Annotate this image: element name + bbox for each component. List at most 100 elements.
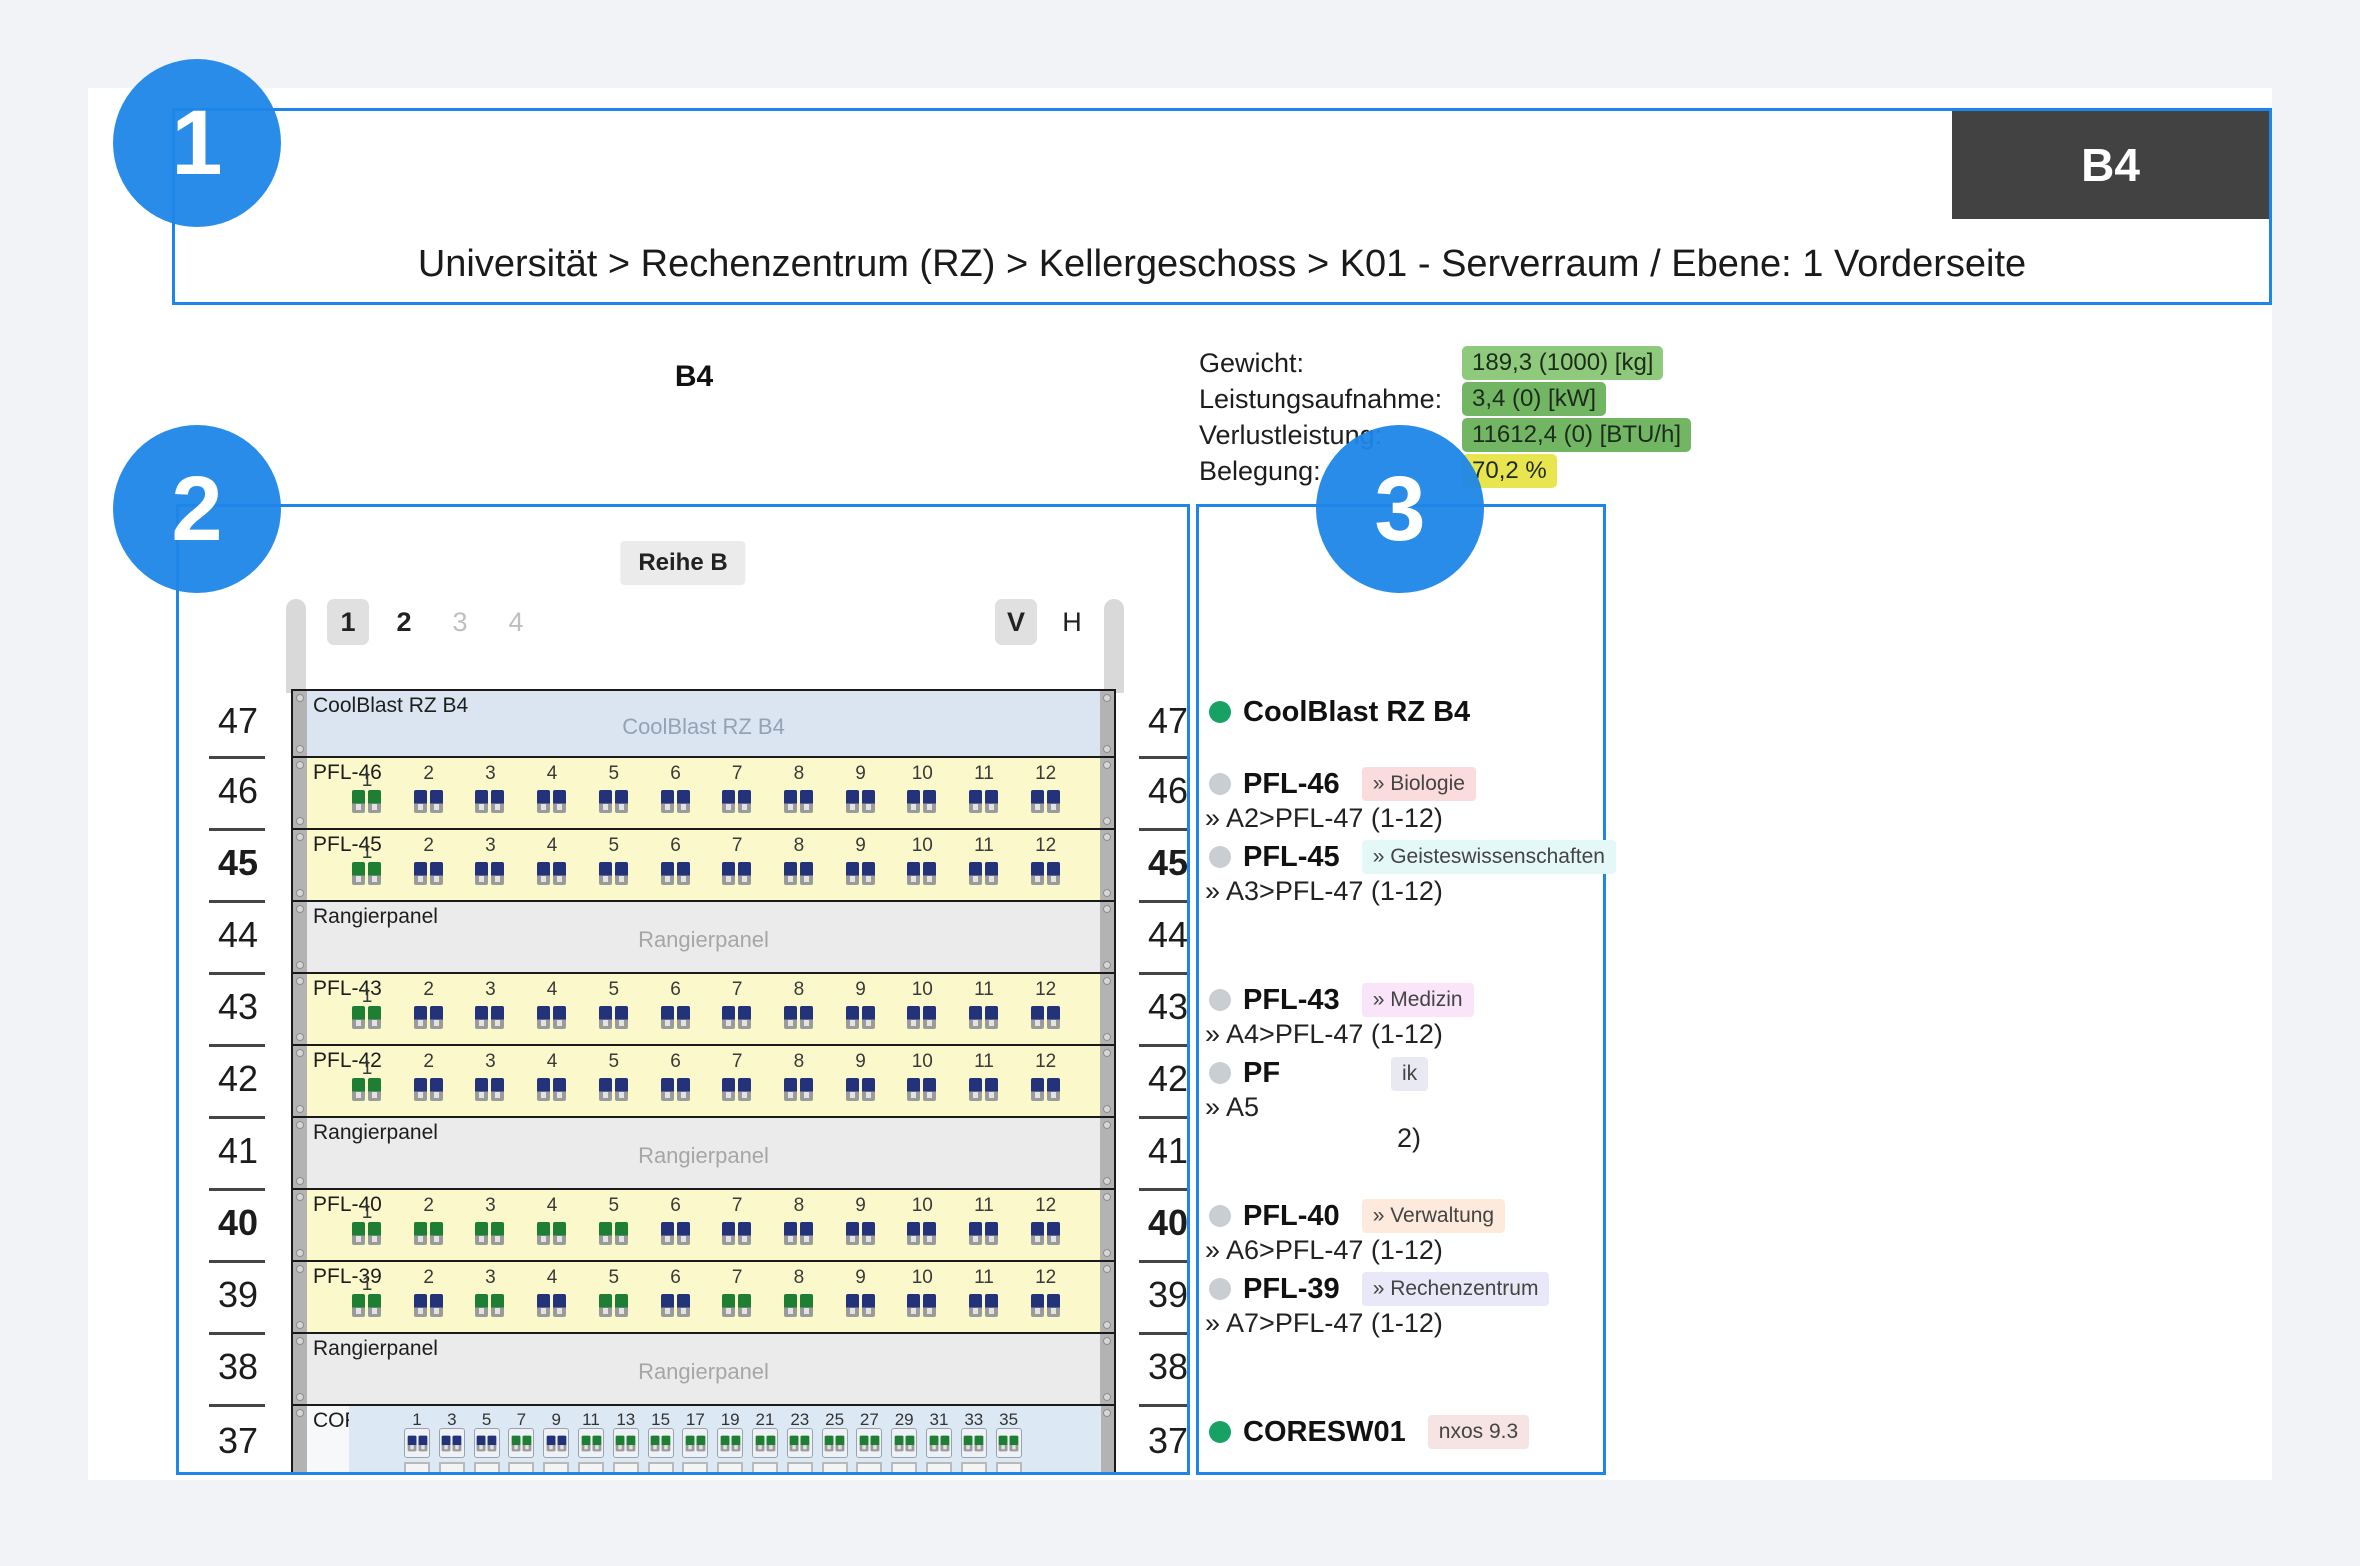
rack-rail-left bbox=[293, 1406, 307, 1475]
core-port-number: 3 bbox=[435, 1410, 469, 1430]
port-number: 1 bbox=[345, 1274, 389, 1296]
port-pair-icon bbox=[599, 790, 628, 813]
core-port-number: 13 bbox=[609, 1410, 643, 1430]
status-dot-gray bbox=[1209, 1205, 1231, 1227]
unit-separator bbox=[1139, 1044, 1190, 1047]
rack-row-coolblast-rz-b4[interactable]: CoolBlast RZ B4CoolBlast RZ B4 bbox=[291, 689, 1116, 758]
port-number: 10 bbox=[900, 835, 944, 857]
view-button-V[interactable]: V bbox=[995, 599, 1037, 645]
unit-number-left: 46 bbox=[207, 770, 269, 812]
page-button-1[interactable]: 1 bbox=[327, 599, 369, 645]
port-number: 1 bbox=[345, 1058, 389, 1080]
view-button-H[interactable]: H bbox=[1051, 599, 1093, 645]
core-empty-slot bbox=[926, 1462, 952, 1475]
port-pair-icon bbox=[1031, 1078, 1060, 1101]
core-port-number: 21 bbox=[748, 1410, 782, 1430]
port-number: 9 bbox=[839, 1267, 883, 1289]
port-pair-icon bbox=[755, 1435, 775, 1451]
rack-row-pfl-43[interactable]: PFL-43123456789101112 bbox=[291, 972, 1116, 1046]
core-port bbox=[717, 1428, 743, 1458]
unit-separator bbox=[1139, 1332, 1190, 1335]
status-dot-gray bbox=[1209, 1278, 1231, 1300]
page-button-4[interactable]: 4 bbox=[495, 599, 537, 645]
rack-row-pfl-40[interactable]: PFL-40123456789101112 bbox=[291, 1188, 1116, 1262]
rail-hole bbox=[296, 1393, 304, 1401]
port-number: 6 bbox=[654, 979, 698, 1001]
device-item[interactable]: PFik bbox=[1205, 1054, 1599, 1092]
port-pair-icon bbox=[929, 1435, 949, 1451]
annotation-marker-2: 2 bbox=[113, 425, 281, 593]
port-pair-icon bbox=[661, 790, 690, 813]
device-ghost-label: Rangierpanel bbox=[293, 1143, 1114, 1169]
rack-row-rangierpanel[interactable]: RangierpanelRangierpanel bbox=[291, 900, 1116, 974]
device-item[interactable]: PFL-45» Geisteswissenschaften bbox=[1205, 838, 1599, 876]
unit-separator bbox=[209, 828, 265, 831]
page-button-2[interactable]: 2 bbox=[383, 599, 425, 645]
port-number: 4 bbox=[530, 763, 574, 785]
route-fragment-right: 2) bbox=[1397, 1123, 1421, 1154]
unit-number-right: 42 bbox=[1137, 1058, 1190, 1100]
device-name: PFL-40 bbox=[1243, 1200, 1340, 1233]
port-number: 11 bbox=[962, 979, 1006, 1001]
port-pair-icon bbox=[661, 1006, 690, 1029]
port-pair-icon bbox=[512, 1435, 532, 1451]
core-empty-slot bbox=[648, 1462, 674, 1475]
device-item[interactable]: CoolBlast RZ B4 bbox=[1205, 693, 1599, 731]
port-pair-icon bbox=[722, 790, 751, 813]
breadcrumb-panel: B4 Universität > Rechenzentrum (RZ) > Ke… bbox=[172, 108, 2272, 305]
core-port-number: 35 bbox=[992, 1410, 1026, 1430]
port-number: 8 bbox=[777, 1267, 821, 1289]
port-pair-icon bbox=[969, 1078, 998, 1101]
rack-row-rangierpanel[interactable]: RangierpanelRangierpanel bbox=[291, 1116, 1116, 1190]
rack-row-pfl-42[interactable]: PFL-42123456789101112 bbox=[291, 1044, 1116, 1118]
port-pair-icon bbox=[964, 1435, 984, 1451]
device-item[interactable]: PFL-43» Medizin bbox=[1205, 981, 1599, 1019]
port-pair-icon bbox=[722, 1078, 751, 1101]
port-number: 8 bbox=[777, 1051, 821, 1073]
port-number: 12 bbox=[1024, 763, 1068, 785]
rail-hole bbox=[1103, 1409, 1111, 1417]
device-item[interactable]: PFL-46» Biologie bbox=[1205, 765, 1599, 803]
unit-separator bbox=[209, 1188, 265, 1191]
port-pair-icon bbox=[475, 1006, 504, 1029]
device-badge: » Verwaltung bbox=[1362, 1199, 1505, 1233]
unit-separator bbox=[1139, 1188, 1190, 1191]
route-line: » A7>PFL-47 (1-12) bbox=[1205, 1308, 1599, 1343]
port-pair-icon bbox=[969, 1222, 998, 1245]
port-pair-icon bbox=[722, 1006, 751, 1029]
page-button-3[interactable]: 3 bbox=[439, 599, 481, 645]
core-port bbox=[439, 1428, 465, 1458]
rack-row-pfl-39[interactable]: PFL-39123456789101112 bbox=[291, 1260, 1116, 1334]
rail-hole bbox=[1103, 1193, 1111, 1201]
port-number: 4 bbox=[530, 1195, 574, 1217]
status-dot-gray bbox=[1209, 773, 1231, 795]
rail-hole bbox=[296, 1337, 304, 1345]
status-dot-gray bbox=[1209, 846, 1231, 868]
port-pair-icon bbox=[546, 1435, 566, 1451]
unit-number-left: 43 bbox=[207, 986, 269, 1028]
rack-row-core[interactable]: CORE1357911131517192123252729313335 bbox=[291, 1404, 1116, 1475]
device-item[interactable]: PFL-39» Rechenzentrum bbox=[1205, 1270, 1599, 1308]
details-panel: CoolBlast RZ B4PFL-46» Biologie» A2>PFL-… bbox=[1196, 504, 1606, 1475]
status-dot-gray bbox=[1209, 989, 1231, 1011]
rack-row-pfl-45[interactable]: PFL-45123456789101112 bbox=[291, 828, 1116, 902]
route-fragment-left: » A5 bbox=[1205, 1092, 1259, 1122]
rack-row-pfl-46[interactable]: PFL-46123456789101112 bbox=[291, 756, 1116, 830]
core-empty-slot bbox=[578, 1462, 604, 1475]
core-port-number: 31 bbox=[922, 1410, 956, 1430]
unit-number-right: 47 bbox=[1137, 700, 1190, 742]
rail-hole bbox=[296, 889, 304, 897]
port-number: 6 bbox=[654, 763, 698, 785]
unit-separator bbox=[209, 1332, 265, 1335]
device-item[interactable]: PFL-40 » Verwaltung bbox=[1205, 1197, 1599, 1235]
breadcrumb[interactable]: Universität > Rechenzentrum (RZ) > Kelle… bbox=[175, 243, 2269, 286]
port-pair-icon bbox=[475, 1294, 504, 1317]
port-number: 8 bbox=[777, 763, 821, 785]
device-item[interactable]: CORESW01nxos 9.3 bbox=[1205, 1413, 1599, 1451]
rail-hole bbox=[296, 1249, 304, 1257]
rail-hole bbox=[1103, 1121, 1111, 1129]
stat-row: Gewicht:189,3 (1000) [kg] bbox=[1199, 345, 1691, 381]
port-number: 12 bbox=[1024, 1195, 1068, 1217]
port-pair-icon bbox=[894, 1435, 914, 1451]
rack-row-rangierpanel[interactable]: RangierpanelRangierpanel bbox=[291, 1332, 1116, 1406]
